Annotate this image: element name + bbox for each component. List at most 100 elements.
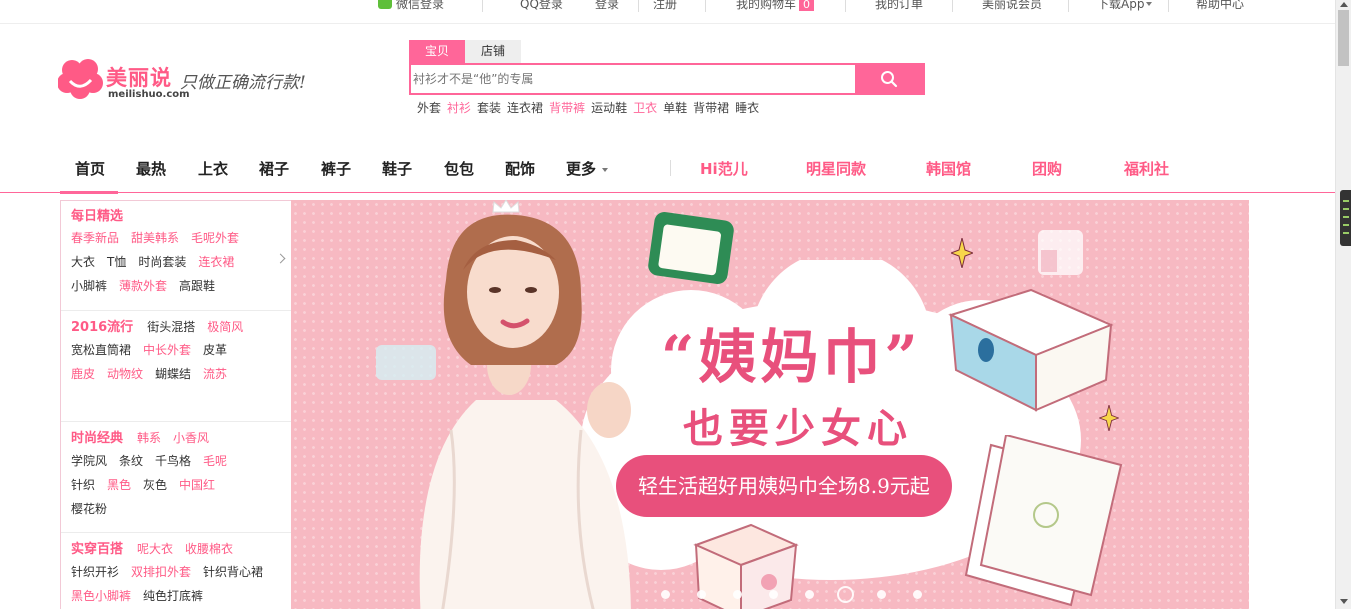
category-link[interactable]: 街头混搭: [147, 320, 195, 334]
category-link[interactable]: 针织: [71, 478, 95, 492]
category-link[interactable]: 中长外套: [143, 343, 191, 357]
category-link[interactable]: 毛呢: [203, 454, 227, 468]
hotword-link[interactable]: 套装: [477, 101, 501, 115]
category-link[interactable]: 薄款外套: [119, 279, 167, 293]
scroll-down-arrow-icon[interactable]: [1340, 599, 1348, 604]
hotword-link[interactable]: 运动鞋: [591, 101, 627, 115]
carousel-dot[interactable]: [805, 590, 814, 599]
carousel-dot[interactable]: [661, 590, 670, 599]
category-link[interactable]: 灰色: [143, 478, 167, 492]
category-link[interactable]: 连衣裙: [198, 255, 234, 269]
nav-welfare[interactable]: 福利社: [1124, 158, 1169, 179]
nav-skirts[interactable]: 裙子: [259, 158, 289, 179]
hotword-link[interactable]: 衬衫: [447, 101, 471, 115]
nav-hot[interactable]: 最热: [136, 158, 166, 179]
category-link[interactable]: 针织开衫: [71, 565, 119, 579]
category-link[interactable]: 极简风: [207, 320, 243, 334]
nav-celebrity[interactable]: 明星同款: [806, 158, 866, 179]
qq-login-link[interactable]: QQ登录: [520, 0, 563, 12]
category-link[interactable]: 学院风: [71, 454, 107, 468]
nav-group-buy[interactable]: 团购: [1032, 158, 1062, 179]
category-link[interactable]: 呢大衣: [137, 542, 173, 556]
category-link[interactable]: 大衣: [71, 255, 95, 269]
category-link[interactable]: 黑色: [107, 478, 131, 492]
login-link[interactable]: 登录: [595, 0, 619, 12]
category-link[interactable]: 小脚裤: [71, 279, 107, 293]
category-link[interactable]: 樱花粉: [71, 502, 107, 516]
hotword-link[interactable]: 外套: [417, 101, 441, 115]
carousel-dot[interactable]: [837, 586, 854, 603]
category-link[interactable]: 动物纹: [107, 367, 143, 381]
category-link[interactable]: T恤: [107, 255, 126, 269]
scrollbar-thumb[interactable]: [1338, 10, 1349, 66]
category-link[interactable]: 黑色小脚裤: [71, 589, 131, 603]
nav-home[interactable]: 首页: [75, 158, 105, 179]
carousel-dot[interactable]: [697, 590, 706, 599]
category-block: 时尚经典 韩系 小香风 学院风 条纹 千鸟格 毛呢 针织 黑色 灰色 中国红 樱花粉: [61, 422, 291, 533]
category-title[interactable]: 每日精选: [71, 209, 123, 224]
page-scrollbar[interactable]: [1335, 0, 1351, 609]
category-link[interactable]: 甜美韩系: [131, 231, 179, 245]
category-link[interactable]: 千鸟格: [155, 454, 191, 468]
nav-pants[interactable]: 裤子: [321, 158, 351, 179]
category-link[interactable]: 纯色打底裤: [143, 589, 203, 603]
hotword-link[interactable]: 背带裙: [693, 101, 729, 115]
nav-tops[interactable]: 上衣: [198, 158, 228, 179]
hotword-link[interactable]: 卫衣: [633, 101, 657, 115]
banner-promo-pill[interactable]: 轻生活超好用姨妈巾全场8.9元起: [616, 455, 952, 517]
search-button[interactable]: [855, 65, 923, 93]
wechat-login-link[interactable]: 微信登录: [378, 0, 444, 12]
category-row: 时尚经典 韩系 小香风: [71, 427, 221, 446]
nav-accessories[interactable]: 配饰: [505, 158, 535, 179]
chevron-right-icon[interactable]: [275, 253, 286, 264]
nav-more[interactable]: 更多: [566, 158, 609, 179]
help-link[interactable]: 帮助中心: [1196, 0, 1244, 12]
search-input[interactable]: [411, 65, 857, 93]
hotword-link[interactable]: 睡衣: [735, 101, 759, 115]
side-float-widget[interactable]: [1340, 190, 1351, 246]
category-link[interactable]: 收腰棉衣: [185, 542, 233, 556]
promo-banner[interactable]: “姨妈巾” 也要少女心 轻生活超好用姨妈巾全场8.9元起: [291, 200, 1249, 609]
tab-items[interactable]: 宝贝: [409, 40, 465, 63]
nav-divider: [670, 160, 671, 176]
category-link[interactable]: 鹿皮: [71, 367, 95, 381]
category-link[interactable]: 韩系: [137, 431, 161, 445]
category-link[interactable]: 蝴蝶结: [155, 367, 191, 381]
scroll-up-arrow-icon[interactable]: [1340, 2, 1348, 7]
nav-korea[interactable]: 韩国馆: [926, 158, 971, 179]
register-link[interactable]: 注册: [653, 0, 677, 12]
nav-hifaner[interactable]: Hi范儿: [700, 158, 748, 179]
category-title[interactable]: 时尚经典: [71, 431, 123, 446]
category-link[interactable]: 针织背心裙: [203, 565, 263, 579]
carousel-dot[interactable]: [913, 590, 922, 599]
nav-bags[interactable]: 包包: [444, 158, 474, 179]
caret-down-icon: [1146, 2, 1153, 6]
tab-shops[interactable]: 店铺: [465, 40, 521, 63]
category-link[interactable]: 高跟鞋: [179, 279, 215, 293]
carousel-dot[interactable]: [733, 590, 742, 599]
category-link[interactable]: 皮革: [203, 343, 227, 357]
category-link[interactable]: 宽松直筒裙: [71, 343, 131, 357]
orders-link[interactable]: 我的订单: [875, 0, 923, 12]
download-app-link[interactable]: 下载App: [1097, 0, 1153, 12]
hotword-link[interactable]: 连衣裙: [507, 101, 543, 115]
category-title[interactable]: 实穿百搭: [71, 542, 123, 557]
category-link[interactable]: 流苏: [203, 367, 227, 381]
category-link[interactable]: 小香风: [173, 431, 209, 445]
carousel-dot[interactable]: [769, 590, 778, 599]
carousel-dot[interactable]: [877, 590, 886, 599]
wechat-icon: [378, 0, 392, 9]
category-link[interactable]: 双排扣外套: [131, 565, 191, 579]
member-link[interactable]: 美丽说会员: [982, 0, 1042, 12]
category-link[interactable]: 毛呢外套: [191, 231, 239, 245]
category-link[interactable]: 时尚套装: [138, 255, 186, 269]
hotword-link[interactable]: 单鞋: [663, 101, 687, 115]
category-link[interactable]: 春季新品: [71, 231, 119, 245]
category-link[interactable]: 中国红: [179, 478, 215, 492]
category-link[interactable]: 条纹: [119, 454, 143, 468]
nav-shoes[interactable]: 鞋子: [382, 158, 412, 179]
hotword-link[interactable]: 背带裤: [549, 101, 585, 115]
site-logo[interactable]: 美丽说 meilishuo.com 只做正确流行款!: [58, 58, 338, 106]
category-title[interactable]: 2016流行: [71, 320, 133, 335]
cart-link[interactable]: 我的购物车 0: [736, 0, 815, 12]
